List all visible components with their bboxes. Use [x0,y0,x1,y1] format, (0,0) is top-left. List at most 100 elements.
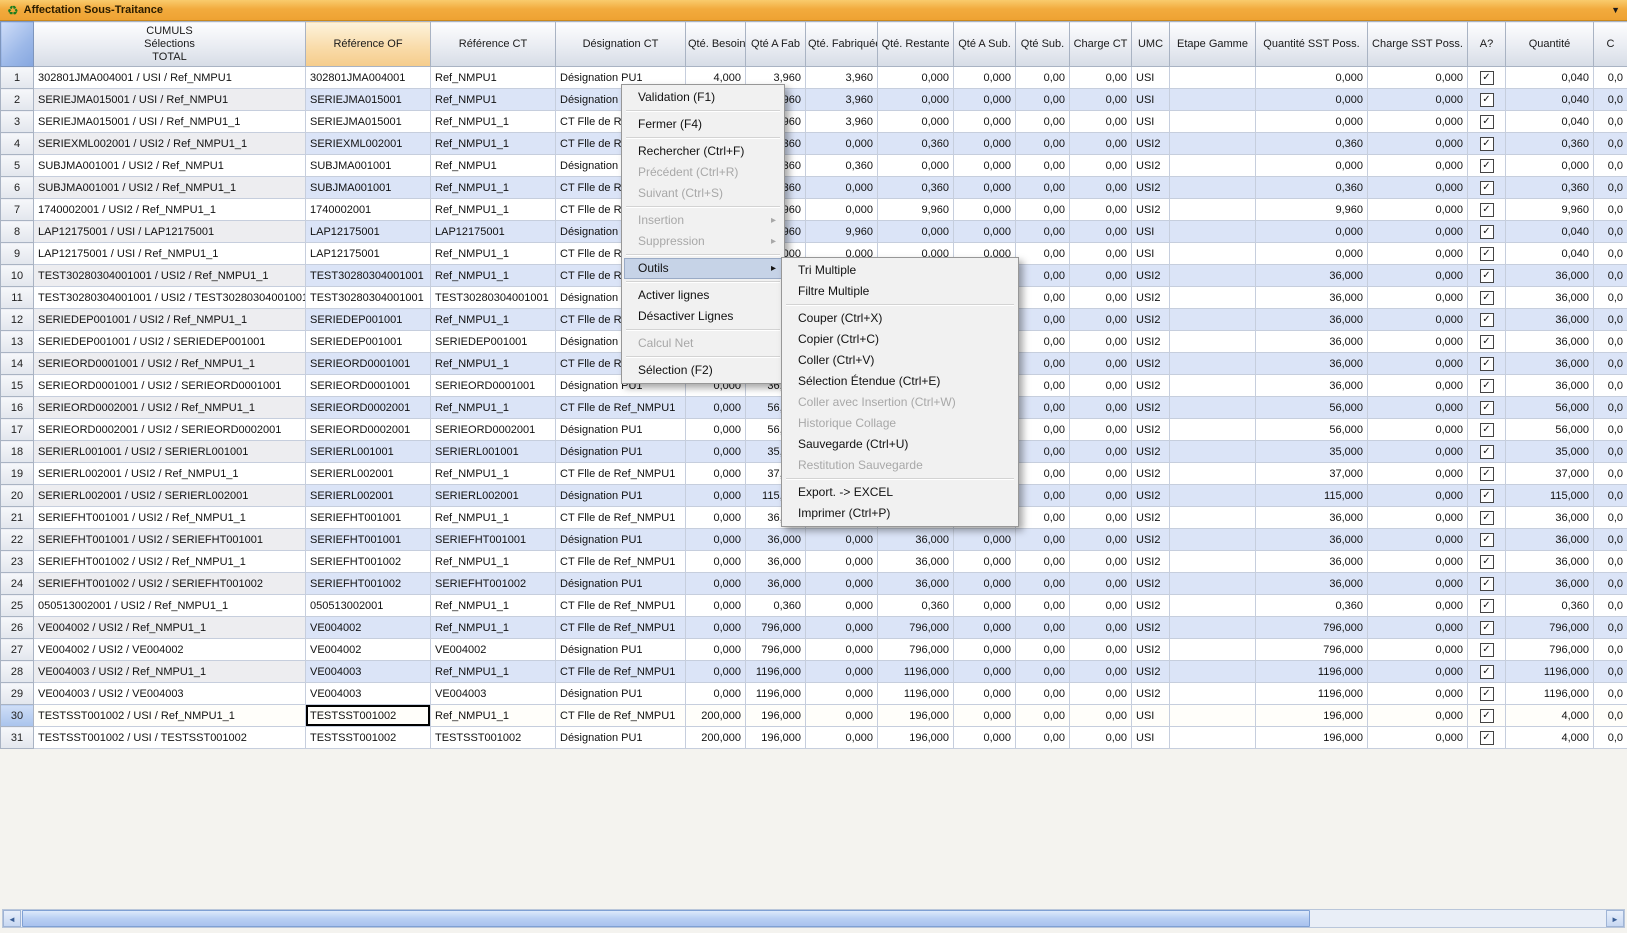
cell-etape[interactable] [1170,111,1256,133]
cell-umc[interactable]: USI [1132,67,1170,89]
cell-ref_ct[interactable]: Ref_NMPU1 [431,67,556,89]
assign-checkbox[interactable]: ✓ [1480,71,1494,85]
cell-etape[interactable] [1170,243,1256,265]
cell-cumuls[interactable]: SERIEFHT001001 / USI2 / SERIEFHT001001 [34,529,306,551]
cell-cumuls[interactable]: SERIEJMA015001 / USI / Ref_NMPU1_1 [34,111,306,133]
cell-etape[interactable] [1170,639,1256,661]
cell-ref_ct[interactable]: SERIEFHT001002 [431,573,556,595]
menu-item[interactable]: Rechercher (Ctrl+F) [624,141,782,162]
cell-qsst_poss[interactable]: 1196,000 [1256,661,1368,683]
cell-sub[interactable]: 0,00 [1016,89,1070,111]
cell-charge_ct[interactable]: 0,00 [1070,67,1132,89]
cell-quantite[interactable]: 4,000 [1506,727,1594,749]
cell-charge_ct[interactable]: 0,00 [1070,331,1132,353]
cell-sub[interactable]: 0,00 [1016,331,1070,353]
cell-qsst_poss[interactable]: 36,000 [1256,353,1368,375]
cell-a[interactable]: ✓ [1468,441,1506,463]
row-header[interactable]: 31 [1,727,34,749]
cell-qsst_poss[interactable]: 36,000 [1256,265,1368,287]
col-header-a_fab[interactable]: Qté A Fab [746,22,806,67]
cell-designation[interactable]: CT Flle de Ref_NMPU1 [556,661,686,683]
assign-checkbox[interactable]: ✓ [1480,709,1494,723]
cell-cumuls[interactable]: SERIEFHT001001 / USI2 / Ref_NMPU1_1 [34,507,306,529]
cell-sub[interactable]: 0,00 [1016,287,1070,309]
assign-checkbox[interactable]: ✓ [1480,379,1494,393]
cell-ref_of[interactable]: SUBJMA001001 [306,155,431,177]
cell-a[interactable]: ✓ [1468,617,1506,639]
row-header[interactable]: 9 [1,243,34,265]
cell-cumuls[interactable]: TEST30280304001001 / USI2 / Ref_NMPU1_1 [34,265,306,287]
cell-a_sub[interactable]: 0,000 [954,67,1016,89]
cell-sub[interactable]: 0,00 [1016,551,1070,573]
cell-a[interactable]: ✓ [1468,683,1506,705]
assign-checkbox[interactable]: ✓ [1480,577,1494,591]
cell-a[interactable]: ✓ [1468,309,1506,331]
assign-checkbox[interactable]: ✓ [1480,665,1494,679]
cell-a_sub[interactable]: 0,000 [954,595,1016,617]
cell-ref_ct[interactable]: VE004002 [431,639,556,661]
cell-sub[interactable]: 0,00 [1016,133,1070,155]
cell-charge_ct[interactable]: 0,00 [1070,133,1132,155]
col-header-charge_ct[interactable]: Charge CT [1070,22,1132,67]
cell-umc[interactable]: USI2 [1132,441,1170,463]
col-header-cumuls[interactable]: CUMULSSélectionsTOTAL [34,22,306,67]
cell-a_sub[interactable]: 0,000 [954,683,1016,705]
cell-csst_poss[interactable]: 0,000 [1368,683,1468,705]
cell-a_fab[interactable]: 1196,000 [746,683,806,705]
cell-charge_ct[interactable]: 0,00 [1070,507,1132,529]
cell-restante[interactable]: 0,000 [878,155,954,177]
cell-ref_of[interactable]: SERIEORD0002001 [306,397,431,419]
cell-sub[interactable]: 0,00 [1016,441,1070,463]
cell-sub[interactable]: 0,00 [1016,265,1070,287]
cell-etape[interactable] [1170,353,1256,375]
cell-ref_ct[interactable]: Ref_NMPU1_1 [431,463,556,485]
col-header-a_sub[interactable]: Qté A Sub. [954,22,1016,67]
cell-csst_poss[interactable]: 0,000 [1368,177,1468,199]
cell-besoin[interactable]: 0,000 [686,507,746,529]
cell-extra[interactable]: 0,0 [1594,397,1627,419]
cell-besoin[interactable]: 0,000 [686,595,746,617]
cell-besoin[interactable]: 0,000 [686,529,746,551]
cell-sub[interactable]: 0,00 [1016,155,1070,177]
cell-cumuls[interactable]: SERIEFHT001002 / USI2 / SERIEFHT001002 [34,573,306,595]
cell-extra[interactable]: 0,0 [1594,463,1627,485]
cell-csst_poss[interactable]: 0,000 [1368,133,1468,155]
cell-ref_ct[interactable]: SERIEFHT001001 [431,529,556,551]
cell-ref_ct[interactable]: Ref_NMPU1_1 [431,177,556,199]
cell-csst_poss[interactable]: 0,000 [1368,221,1468,243]
cell-qsst_poss[interactable]: 0,000 [1256,67,1368,89]
cell-fabriquee[interactable]: 0,000 [806,639,878,661]
cell-ref_of[interactable]: SUBJMA001001 [306,177,431,199]
cell-etape[interactable] [1170,287,1256,309]
cell-fabriquee[interactable]: 0,360 [806,155,878,177]
cell-extra[interactable]: 0,0 [1594,287,1627,309]
cell-fabriquee[interactable]: 0,000 [806,617,878,639]
cell-cumuls[interactable]: VE004003 / USI2 / VE004003 [34,683,306,705]
assign-checkbox[interactable]: ✓ [1480,731,1494,745]
row-header[interactable]: 28 [1,661,34,683]
cell-restante[interactable]: 0,000 [878,67,954,89]
row-header[interactable]: 21 [1,507,34,529]
cell-a[interactable]: ✓ [1468,111,1506,133]
cell-sub[interactable]: 0,00 [1016,727,1070,749]
cell-umc[interactable]: USI2 [1132,309,1170,331]
cell-extra[interactable]: 0,0 [1594,353,1627,375]
cell-besoin[interactable]: 0,000 [686,639,746,661]
cell-etape[interactable] [1170,265,1256,287]
cell-umc[interactable]: USI2 [1132,133,1170,155]
col-header-a[interactable]: A? [1468,22,1506,67]
cell-ref_of[interactable]: SERIEJMA015001 [306,89,431,111]
scrollbar-thumb[interactable] [22,910,1310,927]
cell-sub[interactable]: 0,00 [1016,397,1070,419]
cell-umc[interactable]: USI [1132,727,1170,749]
assign-checkbox[interactable]: ✓ [1480,137,1494,151]
cell-csst_poss[interactable]: 0,000 [1368,551,1468,573]
cell-quantite[interactable]: 0,040 [1506,243,1594,265]
cell-a[interactable]: ✓ [1468,67,1506,89]
menu-item[interactable]: Imprimer (Ctrl+P) [784,503,1016,524]
cell-csst_poss[interactable]: 0,000 [1368,199,1468,221]
cell-ref_of[interactable]: SERIEORD0002001 [306,419,431,441]
cell-fabriquee[interactable]: 0,000 [806,551,878,573]
cell-qsst_poss[interactable]: 196,000 [1256,727,1368,749]
cell-a[interactable]: ✓ [1468,177,1506,199]
